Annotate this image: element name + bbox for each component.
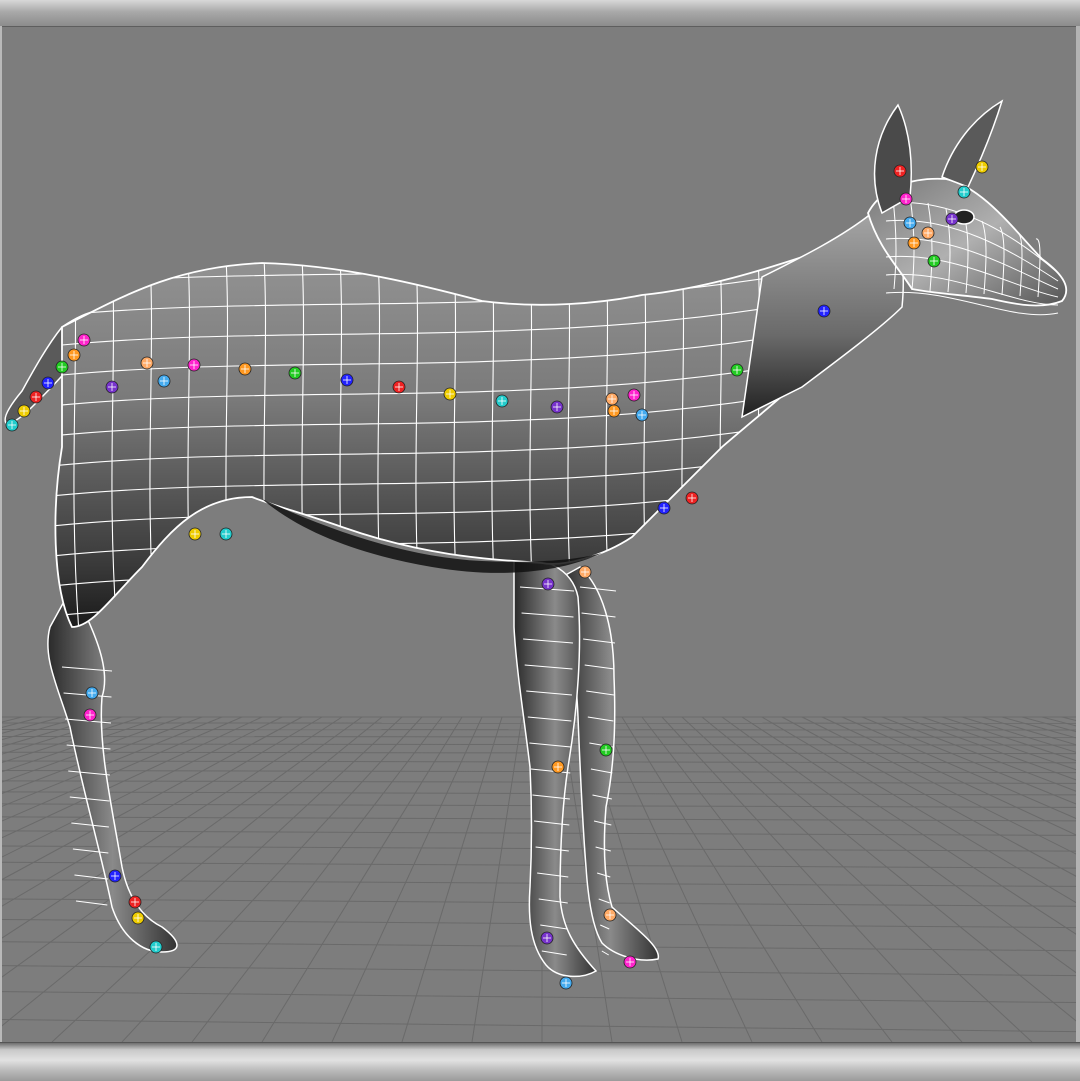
joint-pivot[interactable] [608,405,620,417]
grid-line [782,717,1076,1042]
wire-edge [74,875,107,879]
joint-pivot[interactable] [542,578,554,590]
joint-pivot[interactable] [141,357,153,369]
joint-pivot[interactable] [444,388,456,400]
grid-line [402,717,502,1042]
joint-pivot[interactable] [908,237,920,249]
grid-line [332,717,482,1042]
grid-line [192,717,442,1042]
joint-pivot[interactable] [731,364,743,376]
viewport-scene[interactable] [2,27,1076,1042]
hind-leg-far [48,587,177,952]
joint-pivot[interactable] [606,393,618,405]
joint-pivot[interactable] [239,363,251,375]
wire-edge [602,951,609,955]
joint-pivot[interactable] [68,349,80,361]
joint-pivot[interactable] [552,761,564,773]
grid-line [982,717,1076,1042]
joint-pivot[interactable] [928,255,940,267]
joint-pivot[interactable] [551,401,563,413]
grid-line [472,717,522,1042]
grid-line [922,717,1076,1042]
joint-pivot[interactable] [604,909,616,921]
joint-pivot[interactable] [188,359,200,371]
joint-pivot[interactable] [686,492,698,504]
grid-line [262,717,462,1042]
joint-pivot[interactable] [109,870,121,882]
joint-pivot[interactable] [6,419,18,431]
wire-edge [76,901,107,905]
window-top-frame [0,0,1080,27]
grid-line [862,717,1076,1042]
joint-pivot[interactable] [78,334,90,346]
joint-pivot[interactable] [658,502,670,514]
joint-pivot[interactable] [946,213,958,225]
grid-line [682,717,1032,1042]
joint-pivot[interactable] [341,374,353,386]
grid-line [802,717,1076,1042]
grid-line [2,1020,1076,1032]
3d-viewport[interactable] [2,27,1076,1042]
grid-line [602,717,752,1042]
joint-pivot[interactable] [150,941,162,953]
grid-line [702,717,1076,1042]
joint-pivot[interactable] [900,193,912,205]
joint-pivot[interactable] [579,566,591,578]
joint-pivot[interactable] [129,896,141,908]
joint-pivot[interactable] [560,977,572,989]
joint-pivot[interactable] [158,375,170,387]
application-window [0,0,1080,1080]
joint-pivot[interactable] [624,956,636,968]
grid-line [1022,717,1076,1042]
joint-pivot[interactable] [600,744,612,756]
grid-line [762,717,1076,1042]
joint-pivot[interactable] [42,377,54,389]
grid-line [2,966,1076,976]
joint-pivot[interactable] [922,227,934,239]
joint-pivot[interactable] [189,528,201,540]
joint-pivot[interactable] [220,528,232,540]
joint-pivot[interactable] [56,361,68,373]
joint-pivot[interactable] [30,391,42,403]
wire-edge [42,577,922,647]
grid-line [842,717,1076,1042]
joint-pivot[interactable] [894,165,906,177]
joint-pivot[interactable] [958,186,970,198]
joint-pivot[interactable] [84,709,96,721]
joint-pivot[interactable] [86,687,98,699]
joint-pivot[interactable] [18,405,30,417]
joint-pivot[interactable] [904,217,916,229]
joint-pivot[interactable] [289,367,301,379]
grid-line [1042,717,1076,1042]
joint-pivot[interactable] [818,305,830,317]
joint-pivot[interactable] [541,932,553,944]
window-right-frame [1076,26,1080,1042]
grid-line [642,717,892,1042]
grid-line [662,717,962,1042]
joint-pivot[interactable] [628,389,640,401]
grid-line [622,717,822,1042]
window-bottom-frame [0,1042,1080,1081]
joint-pivot[interactable] [976,161,988,173]
ear-right [942,101,1002,187]
joint-pivot[interactable] [496,395,508,407]
joint-pivot[interactable] [106,381,118,393]
joint-pivot[interactable] [393,381,405,393]
joint-pivot[interactable] [636,409,648,421]
joint-pivot[interactable] [132,912,144,924]
